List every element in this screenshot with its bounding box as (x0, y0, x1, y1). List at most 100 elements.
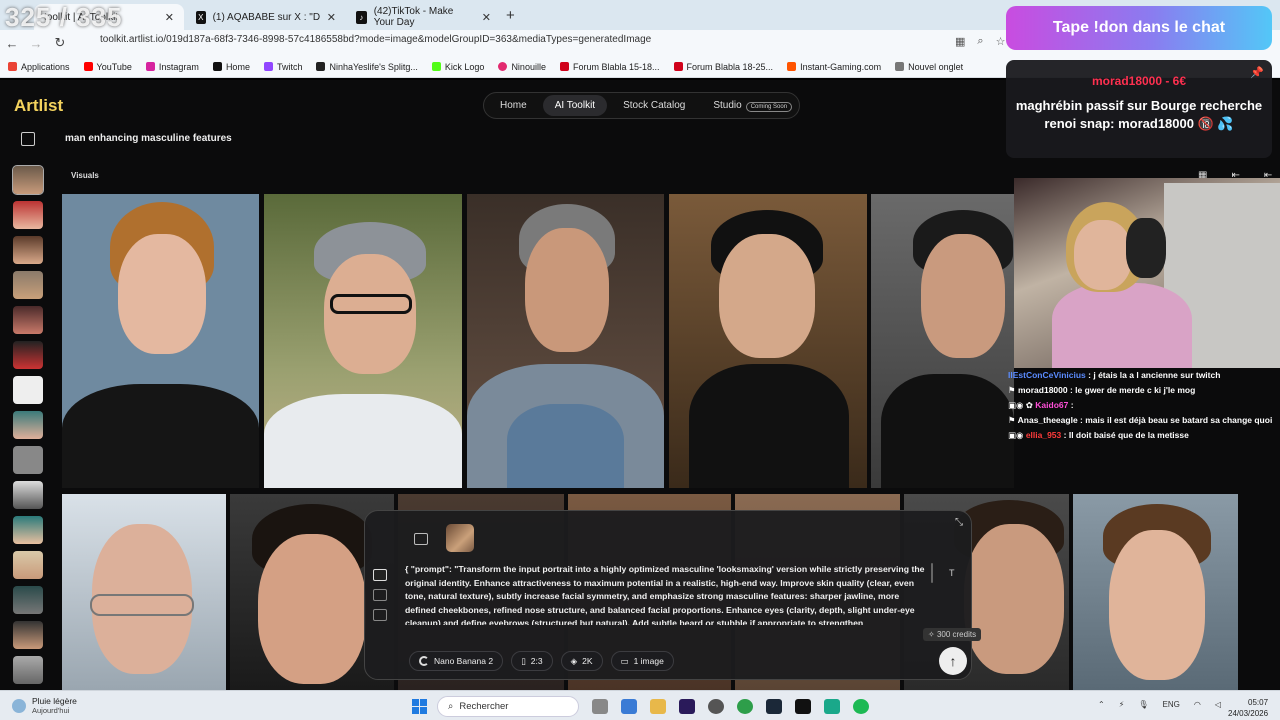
history-thumbnail[interactable] (13, 516, 43, 544)
aspect-ratio-selector[interactable]: ▯ 2:3 (511, 651, 553, 671)
generated-image[interactable] (62, 194, 259, 488)
chrome-icon[interactable] (737, 699, 753, 714)
generated-image[interactable] (467, 194, 664, 488)
bookmark-item[interactable]: Ninouille (498, 62, 546, 72)
weather-widget[interactable]: Pluie légère Aujourd'hui (12, 696, 77, 715)
close-tab-icon[interactable]: ✕ (482, 11, 491, 24)
nav-ai-toolkit[interactable]: AI Toolkit (542, 95, 608, 116)
image-count-selector[interactable]: ▭ 1 image (610, 651, 674, 671)
history-thumbnail[interactable] (13, 306, 43, 334)
close-tab-icon[interactable]: ✕ (327, 11, 336, 24)
history-thumbnail[interactable] (13, 411, 43, 439)
collapse-icon[interactable]: ⤡ (955, 517, 963, 528)
bookmark-item[interactable]: Twitch (263, 61, 303, 72)
taskbar-search[interactable]: ⌕ Rechercher (437, 696, 579, 717)
generated-image[interactable] (871, 194, 1014, 488)
nav-studio[interactable]: Studio Coming Soon (701, 95, 804, 116)
bookmark-item[interactable]: YouTube (83, 62, 132, 72)
bookmark-item[interactable]: Home (212, 62, 250, 72)
history-thumbnail[interactable] (13, 656, 43, 684)
new-tab-icon[interactable]: + (506, 7, 515, 24)
premiere-icon[interactable] (679, 699, 695, 714)
screen: toolkit | AI Toolkit ✕ X (1) AQABABE sur… (0, 0, 1280, 720)
chevron-up-icon[interactable]: ⌃ (1098, 700, 1105, 709)
shirt (689, 364, 849, 488)
prompt-scrollbar[interactable] (931, 563, 933, 583)
history-thumbnail[interactable] (13, 376, 43, 404)
bookmark-item[interactable]: Forum Blabla 18-25... (673, 62, 773, 72)
bookmark-item[interactable]: Nouvel onglet (895, 62, 963, 72)
history-thumbnail[interactable] (13, 446, 43, 474)
app-icon[interactable] (824, 699, 840, 714)
generation-options: Nano Banana 2 ▯ 2:3 ◈ 2K ▭ 1 image (409, 651, 674, 671)
bookmark-star-icon[interactable]: ☆ (996, 35, 1006, 48)
history-thumbnail[interactable] (13, 236, 43, 264)
bookmark-label: Twitch (276, 61, 303, 72)
generated-image[interactable] (62, 494, 226, 690)
prompt-textarea[interactable]: { "prompt": "Transform the input portrai… (405, 563, 927, 625)
bookmark-item[interactable]: Forum Blabla 15-18... (559, 62, 660, 72)
video-mode-icon[interactable] (373, 589, 387, 601)
history-thumbnail[interactable] (13, 341, 43, 369)
translate-icon[interactable]: ▦ (955, 35, 965, 48)
generated-image[interactable] (264, 194, 462, 488)
generate-button[interactable]: ↑ (939, 647, 967, 675)
history-thumbnail[interactable] (13, 201, 43, 229)
text-format-icon[interactable]: T (949, 568, 955, 578)
microphone-icon[interactable]: 🎙 (1138, 700, 1148, 709)
close-tab-icon[interactable]: ✕ (165, 11, 174, 24)
tab-tiktok[interactable]: ♪ (42)TikTok - Make Your Day ✕ (346, 4, 501, 30)
history-thumbnail[interactable] (13, 551, 43, 579)
nav-stock-catalog[interactable]: Stock Catalog (611, 95, 697, 116)
bookmark-item[interactable]: Applications (8, 62, 70, 72)
zoom-icon[interactable]: ⌕ (977, 35, 983, 48)
history-thumbnail[interactable] (13, 481, 43, 509)
reload-icon[interactable]: ↻ (48, 35, 72, 51)
shirt (62, 384, 259, 488)
tab-x[interactable]: X (1) AQABABE sur X : "D'après m ✕ (186, 4, 346, 30)
task-view-icon[interactable] (592, 699, 608, 714)
history-thumbnail[interactable] (13, 621, 43, 649)
audio-mode-icon[interactable] (373, 609, 387, 621)
nav-home[interactable]: Home (488, 95, 539, 116)
edit-icon[interactable] (21, 132, 35, 146)
file-explorer-icon[interactable] (650, 699, 666, 714)
back-icon[interactable]: ← (0, 36, 24, 51)
clock[interactable]: 05:07 24/03/2026 (1228, 697, 1268, 719)
obs-icon[interactable] (708, 699, 724, 714)
bookmark-item[interactable]: Kick Logo (431, 62, 484, 72)
history-thumbnail[interactable] (13, 586, 43, 614)
tiktok-icon[interactable] (795, 699, 811, 714)
shirt (881, 374, 1014, 488)
chat-message: ⚑ Anas_theeagle : mais il est déjà beau … (1008, 415, 1273, 425)
history-thumbnail[interactable] (13, 271, 43, 299)
reference-image-thumbnail[interactable] (446, 524, 474, 552)
forward-icon[interactable]: → (24, 36, 48, 51)
history-thumbnail[interactable] (12, 165, 44, 195)
windows-start-icon[interactable] (412, 699, 427, 714)
bookmark-item[interactable]: Instagram (145, 62, 199, 72)
bookmark-label: Instant-Gaming.com (800, 61, 882, 72)
bookmark-item[interactable]: NinhaYeslife's Splitg... (316, 62, 418, 72)
youtube-icon (83, 62, 93, 71)
generation-title: man enhancing masculine features (65, 133, 232, 144)
wifi-icon[interactable]: ◠ (1194, 700, 1201, 709)
generated-image[interactable] (669, 194, 867, 488)
face (1109, 530, 1205, 680)
add-image-icon[interactable] (414, 533, 428, 545)
generated-image[interactable] (1073, 494, 1238, 690)
artlist-logo[interactable]: Artlist (14, 96, 63, 116)
language-indicator[interactable]: ENG (1162, 700, 1179, 709)
bookmark-item[interactable]: Instant-Gaming.com (787, 62, 881, 72)
steam-icon[interactable] (766, 699, 782, 714)
image-mode-icon[interactable] (373, 569, 387, 581)
network-off-icon[interactable]: ⚡ (1119, 700, 1125, 709)
copilot-icon[interactable] (621, 699, 637, 714)
bookmark-label: Ninouille (511, 61, 546, 72)
spotify-icon[interactable] (853, 699, 869, 714)
model-selector[interactable]: Nano Banana 2 (409, 651, 504, 671)
url-field[interactable]: toolkit.artlist.io/019d187a-68f3-7346-89… (100, 34, 651, 45)
volume-icon[interactable]: ◁ (1215, 700, 1221, 709)
splitgate-icon (316, 62, 326, 71)
resolution-selector[interactable]: ◈ 2K (560, 651, 603, 671)
